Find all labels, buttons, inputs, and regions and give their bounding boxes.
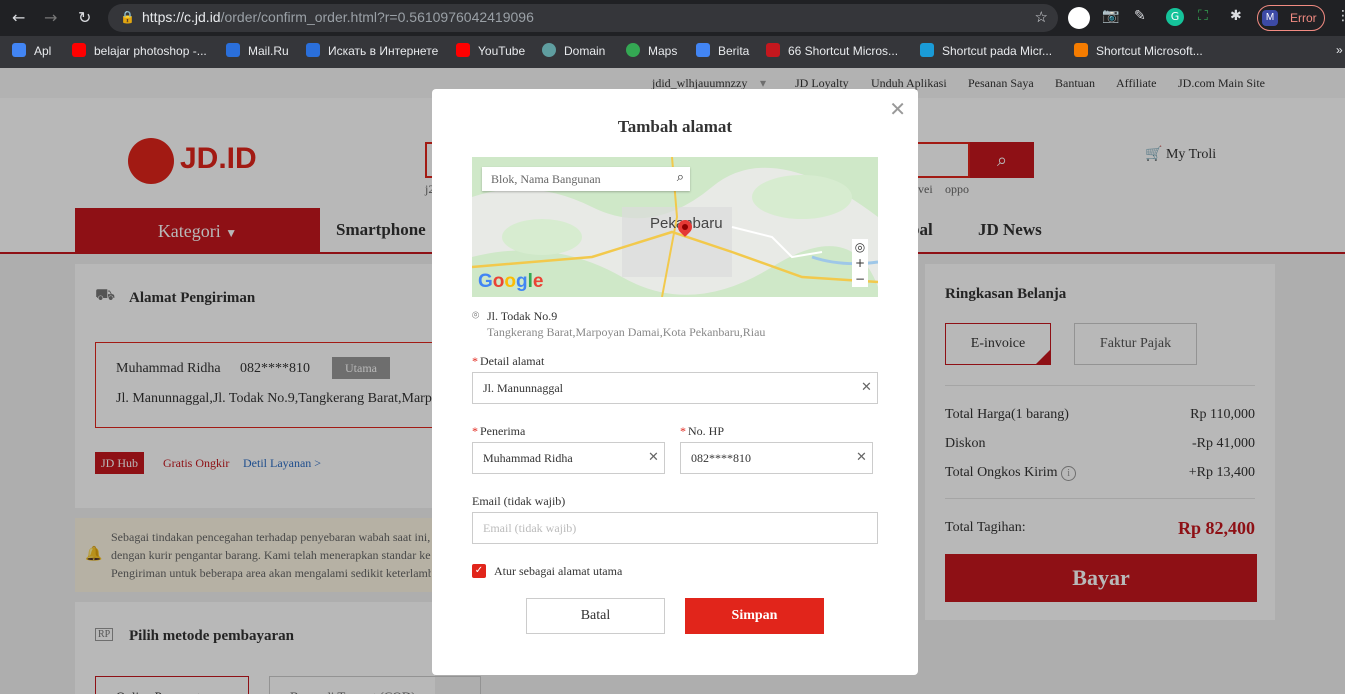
recipient-input[interactable] (472, 442, 665, 474)
bookmark-item[interactable]: Shortcut Microsoft... (1074, 43, 1203, 58)
globe-icon (542, 43, 556, 57)
cancel-button[interactable]: Batal (526, 598, 665, 634)
browser-toolbar: ← → ↻ 🔒 https://c.jd.id/order/confirm_or… (0, 0, 1345, 36)
bookmark-item[interactable]: 66 Shortcut Micros... (766, 43, 898, 58)
back-icon[interactable]: ← (12, 8, 25, 27)
detail-address-label: * Detail alamat (472, 354, 545, 368)
bookmark-item[interactable]: Shortcut pada Micr... (920, 43, 1052, 58)
search-icon[interactable]: ⌕ (677, 170, 684, 185)
clear-icon[interactable]: ✕ (861, 380, 872, 395)
email-label: Email (tidak wajib) (472, 494, 566, 508)
main-address-checkbox[interactable]: ✓ (472, 564, 486, 578)
address-bar[interactable]: 🔒 https://c.jd.id/order/confirm_order.ht… (108, 4, 1058, 32)
camera-icon[interactable]: 📷 (1102, 8, 1119, 24)
screen-capture-icon[interactable]: ⛶ (1198, 8, 1208, 24)
map-search-input[interactable]: Blok, Nama Bangunan ⌕ (482, 167, 690, 191)
apps-grid-icon (12, 43, 26, 57)
save-button[interactable]: Simpan (685, 598, 824, 634)
grammarly-icon[interactable]: G (1166, 8, 1184, 26)
shortcut-icon (920, 43, 934, 57)
bookmark-item[interactable]: Mail.Ru (226, 43, 289, 58)
bookmark-star-icon[interactable]: ☆ (1035, 8, 1048, 27)
error-pill[interactable]: M Error (1257, 5, 1325, 31)
lock-icon: 🔒 (120, 10, 135, 24)
maps-pin-icon (626, 43, 640, 57)
profile-m-icon: M (1262, 10, 1278, 26)
phone-input[interactable] (680, 442, 873, 474)
locate-me-icon[interactable]: ◎ (852, 239, 868, 255)
clear-icon[interactable]: ✕ (856, 450, 867, 465)
main-address-label[interactable]: Atur sebagai alamat utama (494, 564, 622, 579)
url-text: https://c.jd.id/order/confirm_order.html… (142, 9, 534, 25)
shortcut-icon (766, 43, 780, 57)
extensions-puzzle-icon[interactable]: ✱ (1230, 8, 1242, 24)
mailru-icon (226, 43, 240, 57)
reload-icon[interactable]: ↻ (78, 8, 91, 27)
news-icon (696, 43, 710, 57)
bookmark-item[interactable]: YouTube (456, 43, 525, 58)
clear-icon[interactable]: ✕ (648, 450, 659, 465)
email-input[interactable] (472, 512, 878, 544)
detail-address-input[interactable] (472, 372, 878, 404)
bookmarks-bar: Apl belajar photoshop -... Mail.Ru Искат… (0, 36, 1345, 68)
error-label: Error (1290, 11, 1317, 25)
pen-icon[interactable]: ✎ (1134, 8, 1146, 24)
bookmarks-more[interactable]: » (1336, 43, 1343, 57)
bookmark-item[interactable]: Искать в Интернете (306, 43, 438, 58)
search-bookmark-icon (306, 43, 320, 57)
location-pin-icon: ⌾ (472, 308, 480, 322)
phone-label: * No. HP (680, 424, 725, 438)
forward-icon[interactable]: → (44, 8, 57, 27)
bookmark-item[interactable]: Domain (542, 43, 605, 58)
bookmark-item[interactable]: belajar photoshop -... (72, 43, 207, 58)
youtube-icon (456, 43, 470, 57)
google-logo: Google (478, 271, 544, 292)
zoom-in-icon[interactable]: + (852, 255, 868, 271)
profile-avatar-icon[interactable] (1068, 7, 1090, 29)
zoom-out-icon[interactable]: − (852, 271, 868, 287)
bookmark-item[interactable]: Berita (696, 43, 749, 58)
bookmark-apps[interactable]: Apl (12, 43, 51, 58)
blogger-icon (1074, 43, 1088, 57)
address-map[interactable]: Blok, Nama Bangunan ⌕ Pekanbaru Google ◎… (472, 157, 878, 297)
youtube-icon (72, 43, 86, 57)
menu-kebab-icon[interactable]: ⋮ (1336, 8, 1345, 24)
modal-title: Tambah alamat (617, 117, 733, 136)
location-area: Tangkerang Barat,Marpoyan Damai,Kota Pek… (487, 325, 766, 339)
bookmark-item[interactable]: Maps (626, 43, 677, 58)
add-address-modal: ✕ Tambah alamat Blok, Nama Bangunan ⌕ Pe… (432, 89, 918, 675)
map-search-placeholder: Blok, Nama Bangunan (491, 172, 601, 186)
recipient-label: * Penerima (472, 424, 526, 438)
location-street: Jl. Todak No.9 (487, 309, 558, 323)
